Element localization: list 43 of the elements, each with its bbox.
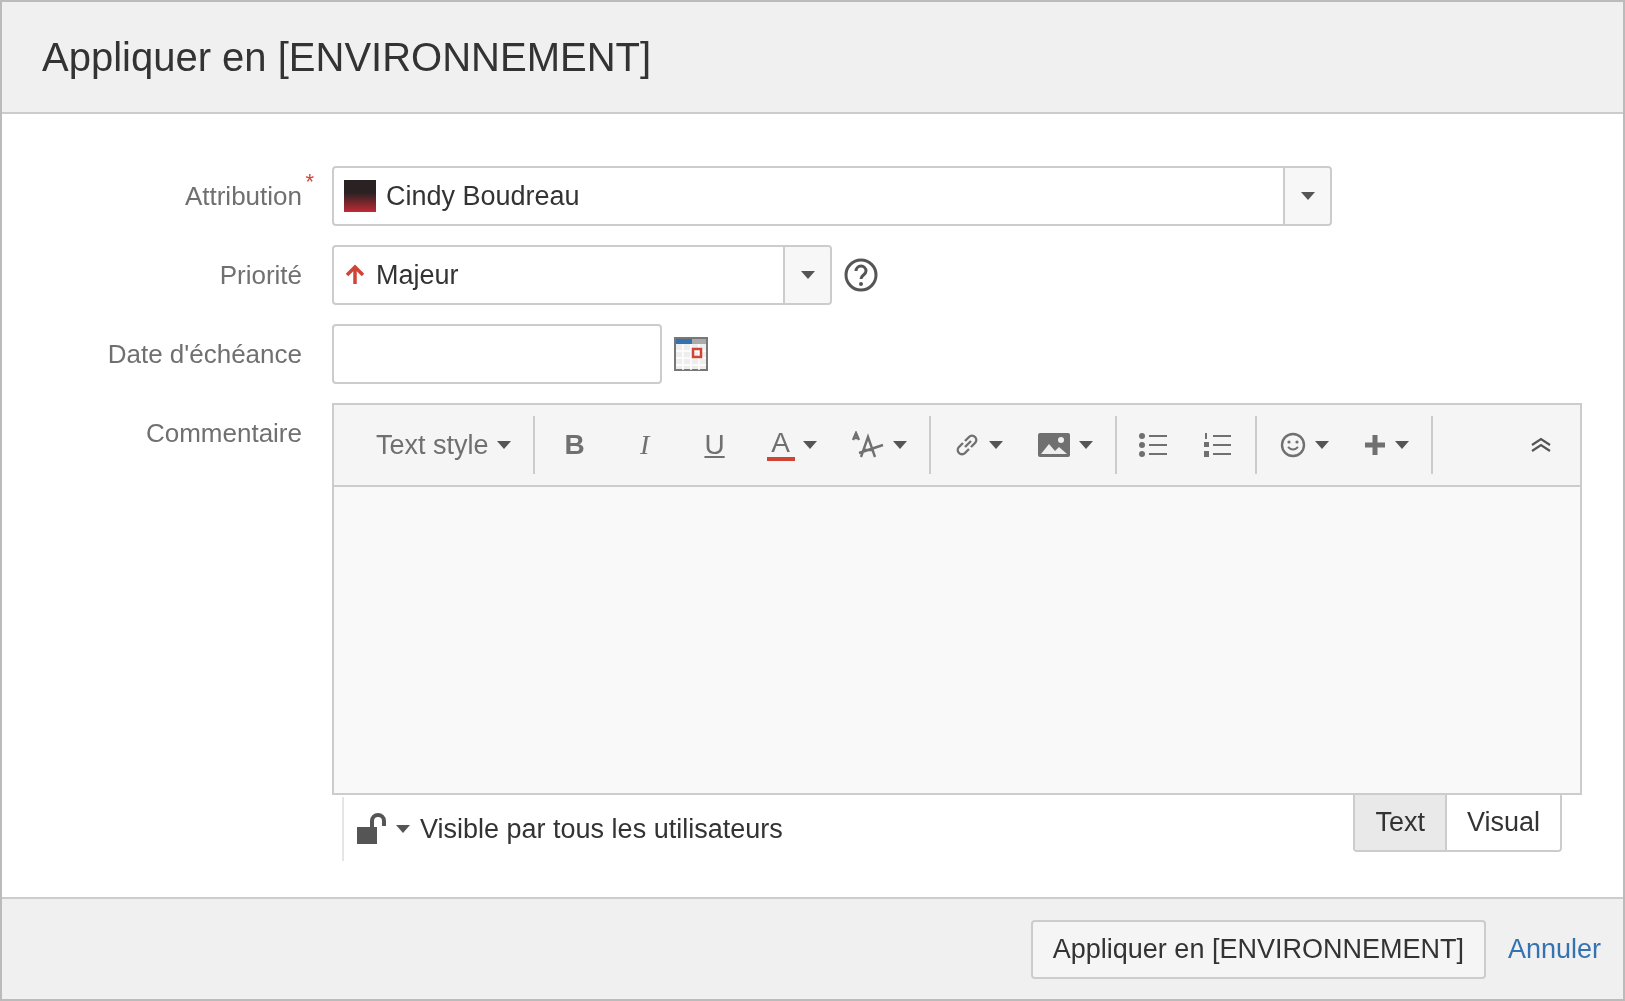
photo-placeholder <box>344 180 376 212</box>
text-size-icon <box>850 431 885 459</box>
bulleted-list-icon <box>1138 432 1169 458</box>
smiley-icon <box>1278 431 1307 459</box>
double-chevron-icon <box>1530 437 1552 453</box>
date-input-field[interactable] <box>332 324 662 384</box>
caret-icon <box>1314 441 1329 449</box>
submit-button[interactable]: Appliquer en [ENVIRONNEMENT] <box>1030 919 1486 979</box>
dropdown-caret-icon <box>1300 192 1315 200</box>
calendar-icon[interactable] <box>674 337 708 371</box>
field-label: Priorité <box>219 260 302 290</box>
caret-icon <box>1078 441 1093 449</box>
up-arrow-icon <box>344 264 366 286</box>
editor-mode-tab[interactable]: Text <box>1355 795 1447 850</box>
caret-icon <box>396 825 410 833</box>
text-style-dropdown[interactable]: Text style <box>368 423 519 467</box>
italic-button[interactable]: I <box>618 423 671 467</box>
assignee-select[interactable]: Cindy Boudreau <box>332 166 1332 226</box>
visibility-text: Visible par tous les utilisateurs <box>420 813 783 845</box>
field-label: Commentaire <box>145 418 302 448</box>
plus-icon <box>1362 433 1387 457</box>
help-icon[interactable] <box>844 258 878 292</box>
required-mark: * <box>305 168 314 196</box>
cancel-link[interactable]: Annuler <box>1507 933 1601 965</box>
underline-button[interactable]: U <box>688 423 741 467</box>
unlocked-padlock-icon <box>356 813 388 845</box>
priority-select[interactable]: Majeur <box>332 245 832 305</box>
caret-icon <box>496 441 511 449</box>
image-icon <box>1036 431 1071 459</box>
text-color-button[interactable]: A <box>758 423 825 467</box>
field-label: Date d'échéance <box>107 339 302 369</box>
bold-button[interactable]: B <box>548 423 601 467</box>
priority-value: Majeur <box>376 259 459 291</box>
numbered-list-icon <box>1202 432 1233 458</box>
caret-icon <box>1394 441 1409 449</box>
dialog-title: Appliquer en [ENVIRONNEMENT] <box>42 34 652 80</box>
dropdown-caret-icon <box>800 271 815 279</box>
comment-editor[interactable]: Text style B I U A <box>332 403 1582 795</box>
caret-icon <box>988 441 1003 449</box>
caret-icon <box>892 441 907 449</box>
assignee-name: Cindy Boudreau <box>386 180 580 212</box>
field-label: Attribution <box>184 181 302 211</box>
caret-icon <box>802 441 817 449</box>
